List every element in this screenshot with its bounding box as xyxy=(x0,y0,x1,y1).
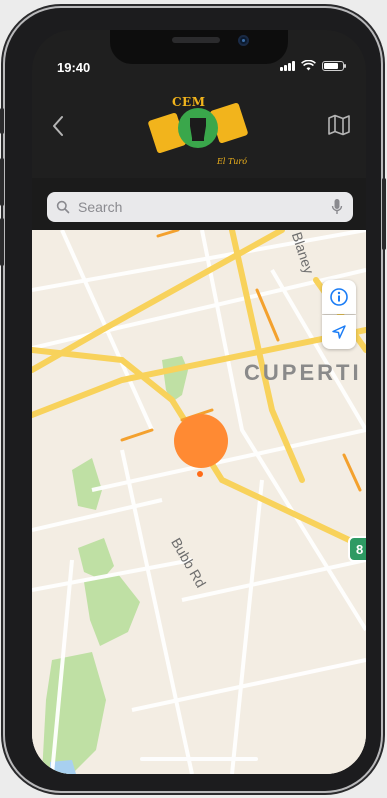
logo-bottom-text: El Turó xyxy=(217,157,248,166)
status-indicators xyxy=(280,60,346,71)
location-pin-point xyxy=(197,471,203,477)
search-area xyxy=(32,178,366,230)
location-arrow-icon xyxy=(332,325,346,339)
back-chevron-icon[interactable] xyxy=(48,112,68,140)
info-icon xyxy=(330,288,348,306)
map-view[interactable]: Blaney CUPERTI Bubb Rd 8 xyxy=(32,230,366,774)
volume-up-button xyxy=(0,158,4,206)
search-bar[interactable] xyxy=(47,192,353,222)
home-indicator xyxy=(140,757,258,761)
front-camera xyxy=(238,35,249,46)
locate-me-button[interactable] xyxy=(322,315,356,349)
location-pin[interactable] xyxy=(174,414,228,468)
volume-down-button xyxy=(0,218,4,266)
power-button xyxy=(382,178,386,250)
logo-top-text: CEM xyxy=(172,95,206,109)
info-button[interactable] xyxy=(322,280,356,314)
highway-shield: 8 xyxy=(348,536,366,562)
navigation-bar: CEM El Turó xyxy=(32,78,366,178)
map-canvas xyxy=(32,230,366,774)
silent-switch xyxy=(0,108,4,134)
microphone-icon[interactable] xyxy=(331,198,343,216)
screen: 19:40 CEM El Turó Search Blaney CUPERTI … xyxy=(32,30,366,774)
phone-frame: 19:40 CEM El Turó Search Blaney CUPERTI … xyxy=(0,8,386,791)
status-time: 19:40 xyxy=(57,60,91,75)
battery-icon xyxy=(322,60,346,71)
search-input[interactable] xyxy=(76,198,320,216)
app-logo: CEM El Turó xyxy=(144,88,252,170)
city-label: CUPERTI xyxy=(244,360,362,385)
notch xyxy=(110,30,288,64)
speaker xyxy=(172,37,220,43)
map-icon[interactable] xyxy=(326,112,352,138)
cellular-signal-icon xyxy=(280,60,295,71)
search-icon xyxy=(56,200,70,214)
wifi-icon xyxy=(301,60,316,71)
